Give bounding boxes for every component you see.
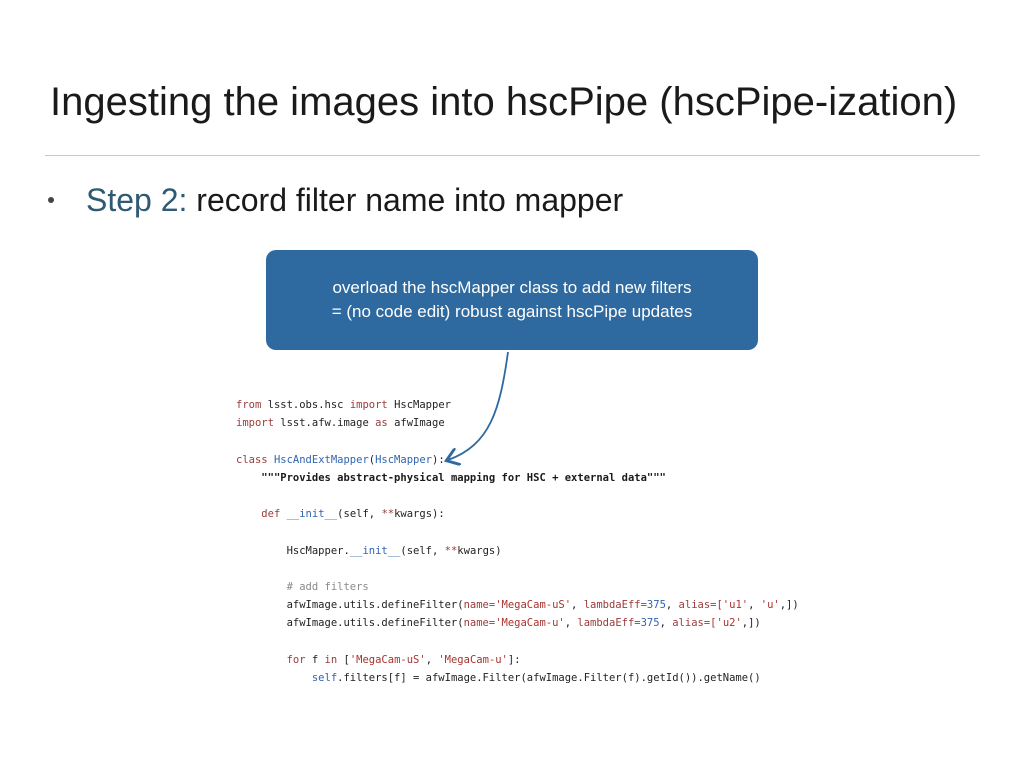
code-token: import bbox=[236, 417, 274, 430]
code-token: ['u2' bbox=[710, 617, 742, 630]
code-token: ['u1' bbox=[716, 599, 749, 612]
bullet-text: record filter name into mapper bbox=[187, 182, 624, 218]
bullet-item: Step 2: record filter name into mapper bbox=[48, 182, 623, 219]
code-token: HscAndExtMapper bbox=[273, 453, 369, 466]
code-token: afwImage bbox=[387, 417, 445, 430]
code-token: ,]) bbox=[741, 617, 761, 630]
callout-line-1: overload the hscMapper class to add new … bbox=[332, 278, 692, 297]
code-token: __init__ bbox=[286, 508, 338, 521]
code-token: ** bbox=[444, 544, 458, 557]
code-line: # add filters bbox=[236, 578, 799, 596]
code-token: ,]) bbox=[779, 599, 799, 612]
code-token: 'MegaCam-uS' bbox=[495, 599, 572, 612]
code-token: , bbox=[659, 617, 673, 630]
code-token: f bbox=[305, 653, 325, 666]
code-token: 375 bbox=[640, 617, 660, 630]
code-token: for bbox=[286, 653, 306, 666]
code-line: def __init__(self, **kwargs): bbox=[236, 505, 799, 523]
slide-title: Ingesting the images into hscPipe (hscPi… bbox=[50, 80, 958, 124]
code-token: # add filters bbox=[286, 580, 369, 593]
code-token: [ bbox=[337, 653, 350, 666]
code-token: ): bbox=[432, 453, 445, 466]
code-token: , bbox=[748, 599, 761, 612]
code-token: lambdaEff= bbox=[583, 599, 647, 612]
code-token: lambdaEff= bbox=[577, 617, 641, 630]
code-token: HscMapper bbox=[375, 453, 432, 466]
step-label: Step 2: bbox=[86, 182, 188, 218]
code-token: , bbox=[665, 599, 679, 612]
callout-line-2: = (no code edit) robust against hscPipe … bbox=[331, 302, 693, 321]
code-token: lsst.obs.hsc bbox=[261, 399, 350, 411]
code-token: .filters[f] = afwImage.Filter(afwImage.F… bbox=[337, 671, 761, 684]
code-token: HscMapper bbox=[387, 399, 451, 411]
code-token: 'MegaCam-u' bbox=[438, 653, 508, 666]
code-line: afwImage.utils.defineFilter(name='MegaCa… bbox=[236, 614, 799, 632]
code-token: name= bbox=[463, 599, 496, 612]
code-line: self.filters[f] = afwImage.Filter(afwIma… bbox=[236, 669, 799, 687]
code-line: from lsst.obs.hsc import HscMapper bbox=[236, 396, 799, 414]
code-token: """Provides abstract-physical mapping fo… bbox=[261, 471, 666, 484]
code-token: (self, bbox=[337, 508, 382, 521]
code-token: , bbox=[571, 599, 584, 612]
code-token: self bbox=[311, 671, 338, 684]
code-token: in bbox=[324, 653, 338, 666]
code-token: kwargs) bbox=[457, 544, 502, 557]
code-token: def bbox=[261, 508, 281, 521]
code-token: 'MegaCam-u' bbox=[495, 617, 565, 630]
code-token: lsst.afw.image bbox=[273, 417, 376, 430]
code-token: , bbox=[564, 617, 578, 630]
code-token: name= bbox=[463, 617, 496, 630]
code-line: class HscAndExtMapper(HscMapper): bbox=[236, 451, 799, 469]
code-token: , bbox=[425, 653, 439, 666]
code-line: import lsst.afw.image as afwImage bbox=[236, 414, 799, 432]
code-token: from bbox=[236, 399, 262, 411]
code-token: 'u' bbox=[760, 599, 780, 612]
code-token: afwImage.utils.defineFilter( bbox=[236, 599, 464, 612]
code-line: HscMapper.__init__(self, **kwargs) bbox=[236, 542, 799, 560]
code-token: as bbox=[375, 417, 388, 430]
code-token: alias= bbox=[678, 599, 717, 612]
code-token: kwargs): bbox=[394, 508, 445, 521]
callout-box: overload the hscMapper class to add new … bbox=[266, 250, 758, 350]
code-token: ** bbox=[381, 508, 395, 521]
code-token: alias= bbox=[672, 617, 711, 630]
code-token: class bbox=[236, 453, 268, 466]
code-token: 'MegaCam-uS' bbox=[349, 653, 426, 666]
code-token: import bbox=[349, 399, 388, 411]
code-token: afwImage.utils.defineFilter( bbox=[236, 617, 464, 630]
title-divider bbox=[45, 155, 980, 156]
code-line: for f in ['MegaCam-uS', 'MegaCam-u']: bbox=[236, 651, 799, 669]
code-token: (self, bbox=[400, 544, 445, 557]
code-token: 375 bbox=[646, 599, 666, 612]
bullet-dot-icon bbox=[48, 196, 54, 203]
code-token: __init__ bbox=[349, 544, 401, 557]
code-line: afwImage.utils.defineFilter(name='MegaCa… bbox=[236, 596, 799, 614]
code-line: """Provides abstract-physical mapping fo… bbox=[236, 469, 799, 487]
code-block: from lsst.obs.hsc import HscMapper import… bbox=[236, 396, 799, 687]
code-token: ]: bbox=[507, 653, 521, 666]
code-token: HscMapper. bbox=[236, 544, 350, 557]
